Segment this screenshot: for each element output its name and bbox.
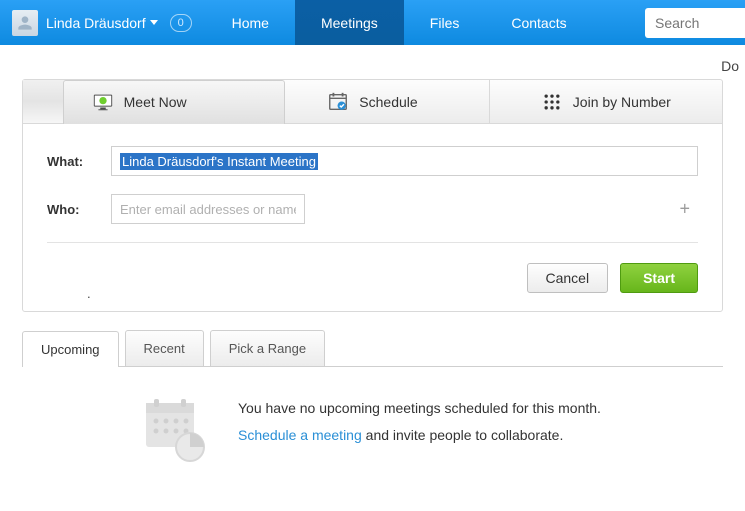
schedule-meeting-link[interactable]: Schedule a meeting bbox=[238, 427, 362, 443]
what-input[interactable]: Linda Dräusdorf's Instant Meeting bbox=[111, 146, 698, 176]
nav-contacts-label: Contacts bbox=[511, 15, 566, 31]
tab-recent[interactable]: Recent bbox=[125, 330, 204, 366]
avatar[interactable] bbox=[12, 10, 38, 36]
button-row: Cancel Start bbox=[23, 263, 722, 311]
person-icon bbox=[15, 13, 35, 33]
meeting-mode-tabs: Meet Now Schedule Join by Number bbox=[23, 80, 722, 124]
tab-join-by-number[interactable]: Join by Number bbox=[490, 80, 722, 123]
meeting-card: Meet Now Schedule Join by Number What: L… bbox=[22, 79, 723, 312]
nav-contacts[interactable]: Contacts bbox=[485, 0, 592, 45]
add-person-button[interactable]: + bbox=[679, 199, 690, 220]
tab-schedule[interactable]: Schedule bbox=[256, 80, 489, 123]
nav-meetings-label: Meetings bbox=[321, 15, 378, 31]
empty-state: You have no upcoming meetings scheduled … bbox=[22, 367, 723, 465]
notification-count-label: 0 bbox=[178, 17, 184, 29]
tab-join-label: Join by Number bbox=[573, 94, 671, 110]
what-label: What: bbox=[47, 154, 111, 169]
search-wrap bbox=[645, 0, 745, 45]
notification-count[interactable]: 0 bbox=[170, 14, 192, 32]
tab-recent-label: Recent bbox=[144, 341, 185, 356]
meeting-form: What: Linda Dräusdorf's Instant Meeting … bbox=[23, 124, 722, 263]
tab-meet-now[interactable]: Meet Now bbox=[23, 80, 256, 123]
nav-home-label: Home bbox=[232, 15, 269, 31]
cancel-button[interactable]: Cancel bbox=[527, 263, 609, 293]
search-input[interactable] bbox=[645, 8, 745, 38]
calendar-ghost-icon bbox=[142, 395, 212, 465]
divider bbox=[47, 242, 698, 243]
calendar-icon bbox=[327, 91, 349, 113]
nav-home[interactable]: Home bbox=[206, 0, 295, 45]
nav-meetings[interactable]: Meetings bbox=[295, 0, 404, 45]
what-input-value: Linda Dräusdorf's Instant Meeting bbox=[120, 153, 318, 170]
tab-schedule-label: Schedule bbox=[359, 94, 417, 110]
who-input[interactable] bbox=[111, 194, 305, 224]
start-button[interactable]: Start bbox=[620, 263, 698, 293]
empty-line1: You have no upcoming meetings scheduled … bbox=[238, 395, 601, 422]
chevron-down-icon bbox=[150, 20, 158, 25]
nav-files[interactable]: Files bbox=[404, 0, 486, 45]
tab-upcoming[interactable]: Upcoming bbox=[22, 331, 119, 367]
truncated-text: Do bbox=[721, 58, 739, 74]
meetings-list-section: Upcoming Recent Pick a Range You have no… bbox=[22, 330, 723, 465]
user-block: Linda Dräusdorf 0 bbox=[0, 0, 206, 45]
cancel-button-label: Cancel bbox=[546, 270, 590, 286]
list-tabs: Upcoming Recent Pick a Range bbox=[22, 330, 723, 367]
dialpad-icon bbox=[541, 91, 563, 113]
user-menu[interactable]: Linda Dräusdorf bbox=[46, 15, 158, 31]
tab-pick-range-label: Pick a Range bbox=[229, 341, 306, 356]
monitor-icon bbox=[92, 91, 114, 113]
empty-line2-rest: and invite people to collaborate. bbox=[362, 427, 564, 443]
tab-upcoming-label: Upcoming bbox=[41, 342, 100, 357]
empty-state-text: You have no upcoming meetings scheduled … bbox=[238, 395, 601, 448]
top-nav: Linda Dräusdorf 0 Home Meetings Files Co… bbox=[0, 0, 745, 45]
start-button-label: Start bbox=[643, 270, 675, 286]
nav-files-label: Files bbox=[430, 15, 460, 31]
who-label: Who: bbox=[47, 202, 111, 217]
user-name-label: Linda Dräusdorf bbox=[46, 15, 146, 31]
stray-dot: . bbox=[87, 286, 91, 301]
tab-meet-now-label: Meet Now bbox=[124, 94, 187, 110]
tab-pick-range[interactable]: Pick a Range bbox=[210, 330, 325, 366]
